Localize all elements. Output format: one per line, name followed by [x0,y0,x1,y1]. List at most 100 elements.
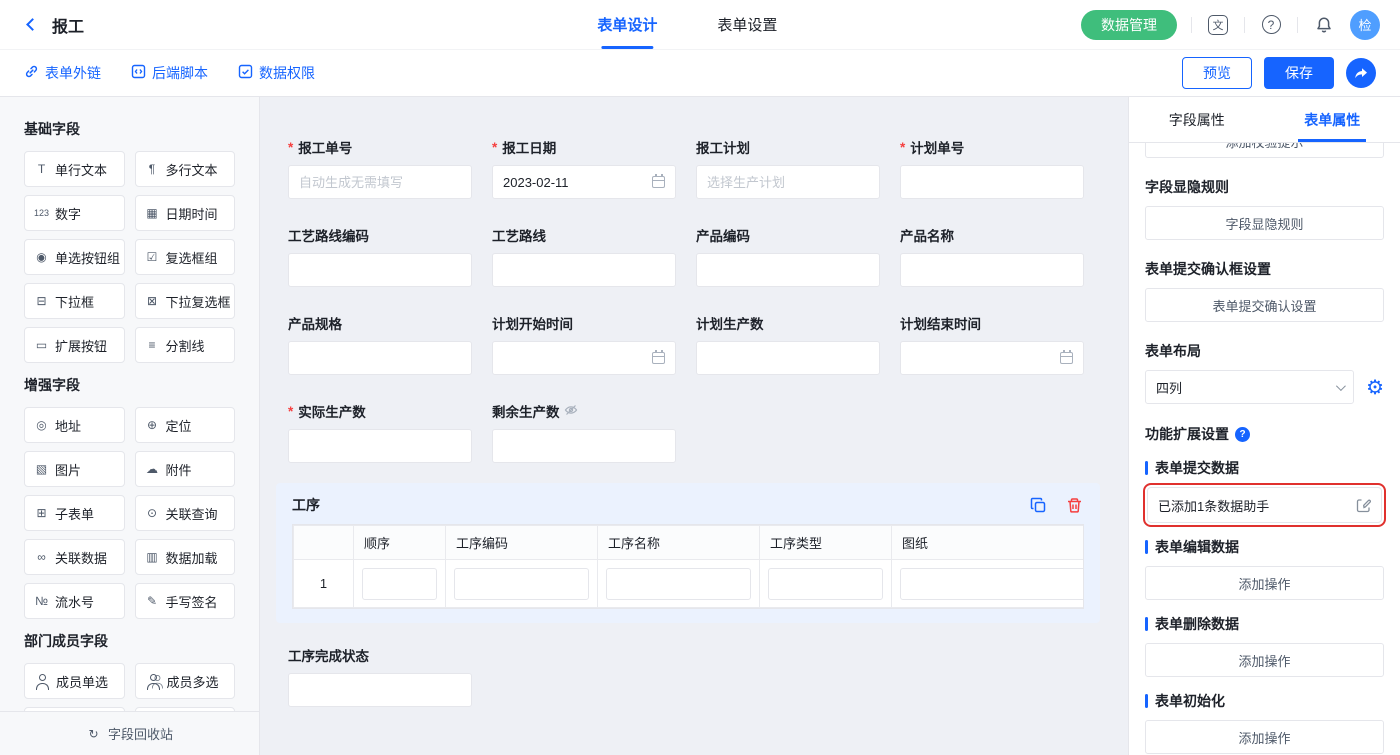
subform-cell-input-process-name[interactable] [606,568,751,600]
form-field-plan-start[interactable]: 计划开始时间 [492,313,676,375]
user-avatar[interactable]: 检 [1350,10,1380,40]
field-item-dropdown[interactable]: ⊟下拉框 [24,283,125,319]
actual-qty-input[interactable] [299,439,461,454]
product-code-input[interactable] [707,263,869,278]
data-permission-item[interactable]: 数据权限 [238,63,315,83]
field-item-data-load[interactable]: ▥数据加载 [135,539,236,575]
form-field-product-code[interactable]: 产品编码 [696,225,880,287]
field-item-label: 单行文本 [55,160,107,179]
field-item-attachment[interactable]: ☁附件 [135,451,236,487]
section-title-enhanced: 增强字段 [24,375,235,395]
header-actions: 数据管理 文 ? 检 [1081,10,1380,40]
field-item-address[interactable]: ◎地址 [24,407,125,443]
form-field-report-plan[interactable]: 报工计划 [696,137,880,199]
field-item-signature[interactable]: ✎手写签名 [135,583,236,619]
form-field-report-date[interactable]: *报工日期 [492,137,676,199]
remaining-qty-input[interactable] [503,439,665,454]
field-item-member-single[interactable]: 成员单选 [24,663,125,699]
field-item-radio-group[interactable]: ◉单选按钮组 [24,239,125,275]
data-manage-button[interactable]: 数据管理 [1081,10,1177,40]
form-field-plan-end[interactable]: 计划结束时间 [900,313,1084,375]
submit-data-assistant[interactable]: 已添加1条数据助手 [1147,487,1382,523]
route-input[interactable] [503,263,665,278]
linked-query-icon: ⊙ [145,506,160,520]
field-item-divider[interactable]: ≡分割线 [135,327,236,363]
field-item-number[interactable]: 123数字 [24,195,125,231]
subform-cell-input-order[interactable] [362,568,437,600]
field-item-single-line-text[interactable]: T单行文本 [24,151,125,187]
plan-qty-input[interactable] [707,351,869,366]
subform-cell-input-process-code[interactable] [454,568,589,600]
field-item-multi-dropdown[interactable]: ⊠下拉复选框 [135,283,236,319]
field-item-multi-line-text[interactable]: ¶多行文本 [135,151,236,187]
field-label: 计划单号 [910,137,964,157]
field-item-serial-number[interactable]: №流水号 [24,583,125,619]
plan-no-input[interactable] [911,175,1073,190]
tab-form-design[interactable]: 表单设计 [597,0,657,49]
tab-field-properties[interactable]: 字段属性 [1129,97,1265,142]
layout-select[interactable]: 四列 [1145,370,1354,404]
field-item-label: 成员多选 [167,672,219,691]
product-name-input[interactable] [911,263,1073,278]
field-item-subform[interactable]: ⊞子表单 [24,495,125,531]
bell-icon[interactable] [1312,13,1336,37]
share-button[interactable] [1346,58,1376,88]
field-item-checkbox-group[interactable]: ☑复选框组 [135,239,236,275]
product-spec-input[interactable] [299,351,461,366]
form-field-product-spec[interactable]: 产品规格 [288,313,472,375]
field-item-linked-query[interactable]: ⊙关联查询 [135,495,236,531]
field-label: 报工日期 [502,137,556,157]
visibility-rules-button[interactable]: 字段显隐规则 [1145,206,1384,240]
subform-cell-input-process-type[interactable] [768,568,883,600]
gear-icon[interactable]: ⚙ [1366,377,1384,397]
back-button[interactable] [20,13,44,37]
delete-icon[interactable] [1064,495,1084,515]
plan-start-input[interactable] [503,351,646,366]
copy-icon[interactable] [1028,495,1048,515]
subform-process[interactable]: 工序 顺序 [276,483,1100,623]
tab-form-settings[interactable]: 表单设置 [717,0,777,49]
form-field-plan-qty[interactable]: 计划生产数 [696,313,880,375]
form-design-canvas[interactable]: *报工单号 *报工日期 报工计划 *计划单号 工艺路线编码 [260,97,1128,755]
field-item-geolocation[interactable]: ⊕定位 [135,407,236,443]
delete-data-add-action-button[interactable]: 添加操作 [1145,643,1384,677]
process-status-input[interactable] [299,683,461,698]
report-plan-input[interactable] [707,175,869,190]
backend-script-item[interactable]: 后端脚本 [131,63,208,83]
form-field-product-name[interactable]: 产品名称 [900,225,1084,287]
form-field-remaining-qty[interactable]: 剩余生产数 [492,401,676,463]
form-field-route[interactable]: 工艺路线 [492,225,676,287]
field-item-label: 手写签名 [166,592,218,611]
save-button[interactable]: 保存 [1264,57,1334,89]
edit-data-add-action-button[interactable]: 添加操作 [1145,566,1384,600]
form-field-process-status[interactable]: 工序完成状态 [288,645,472,707]
field-item-member-multi[interactable]: 成员多选 [135,663,236,699]
section-title-form-layout: 表单布局 [1145,341,1384,361]
plan-end-input[interactable] [911,351,1054,366]
route-code-input[interactable] [299,263,461,278]
form-field-plan-no[interactable]: *计划单号 [900,137,1084,199]
form-field-actual-qty[interactable]: *实际生产数 [288,401,472,463]
preview-button[interactable]: 预览 [1182,57,1252,89]
form-field-route-code[interactable]: 工艺路线编码 [288,225,472,287]
field-item-image[interactable]: ▧图片 [24,451,125,487]
field-item-label: 图片 [55,460,81,479]
translate-icon[interactable]: 文 [1206,13,1230,37]
external-link-item[interactable]: 表单外链 [24,63,101,83]
field-item-datetime[interactable]: ▦日期时间 [135,195,236,231]
extensions-help-icon[interactable]: ? [1235,427,1250,442]
field-item-linked-data[interactable]: ∞关联数据 [24,539,125,575]
init-add-action-button[interactable]: 添加操作 [1145,720,1384,754]
tab-form-properties[interactable]: 表单属性 [1265,97,1400,142]
help-icon[interactable]: ? [1259,13,1283,37]
form-field-report-no[interactable]: *报工单号 [288,137,472,199]
report-date-input[interactable] [503,175,646,190]
clipped-button[interactable]: 添加校验提示 [1145,143,1384,158]
group-title-submit-data: 表单提交数据 [1145,458,1384,478]
report-no-input[interactable] [299,175,461,190]
submit-confirm-button[interactable]: 表单提交确认设置 [1145,288,1384,322]
subform-cell-input-drawing[interactable] [900,568,1084,600]
edit-icon[interactable] [1356,498,1371,513]
field-recycle-bin[interactable]: ↻ 字段回收站 [0,711,259,755]
field-item-extend-button[interactable]: ▭扩展按钮 [24,327,125,363]
